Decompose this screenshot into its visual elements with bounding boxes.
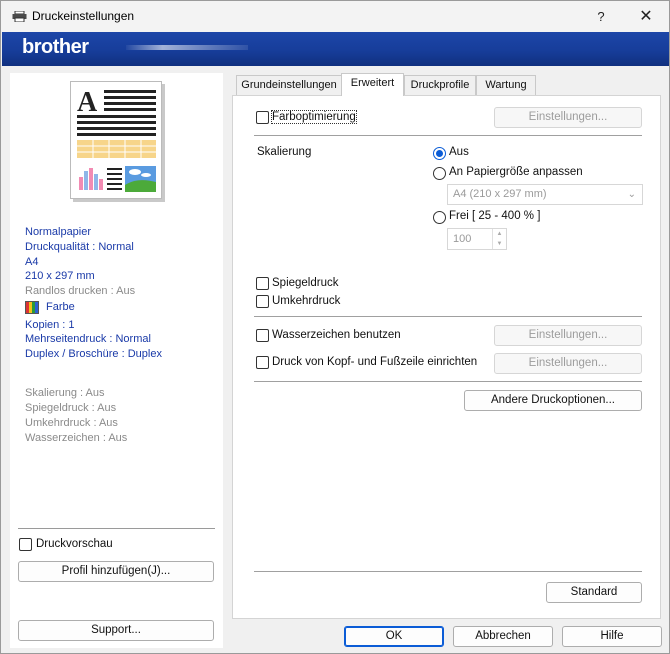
summary-color: Farbe	[46, 301, 75, 313]
chevron-down-icon: ⌄	[627, 189, 636, 200]
header-footer-checkbox[interactable]	[256, 356, 269, 369]
summary-dimensions: 210 x 297 mm	[25, 270, 95, 282]
banner-decoration	[126, 45, 248, 50]
summary-multipage: Mehrseitendruck : Normal	[25, 333, 151, 345]
scale-free-radio[interactable]	[433, 211, 446, 224]
summary-paper: Normalpapier	[25, 226, 92, 238]
mirror-print-checkbox[interactable]	[256, 277, 269, 290]
summary-duplex: Duplex / Broschüre : Duplex	[25, 348, 162, 360]
summary-quality: Druckqualität : Normal	[25, 241, 134, 253]
paper-size-value: A4 (210 x 297 mm)	[453, 188, 547, 200]
header-footer-label: Druck von Kopf- und Fußzeile einrichten	[272, 356, 478, 368]
chevron-up-icon[interactable]: ▲	[493, 229, 506, 239]
summary-copies: Kopien : 1	[25, 319, 75, 331]
summary-scaling: Skalierung : Aus	[25, 387, 105, 399]
close-button[interactable]: ✕	[623, 1, 669, 32]
scale-percent-stepper[interactable]: 100 ▲ ▼	[447, 228, 507, 250]
printer-icon	[12, 11, 27, 22]
tab-print-profiles[interactable]: Druckprofile	[404, 75, 476, 95]
left-separator	[18, 528, 215, 529]
stepper-buttons[interactable]: ▲ ▼	[492, 229, 506, 249]
watermark-label: Wasserzeichen benutzen	[272, 329, 401, 341]
scaling-label: Skalierung	[257, 146, 312, 158]
title-bar: Druckeinstellungen ? ✕	[1, 1, 669, 32]
paper-size-select[interactable]: A4 (210 x 297 mm) ⌄	[447, 184, 643, 205]
summary-size: A4	[25, 256, 39, 268]
watermark-checkbox[interactable]	[256, 329, 269, 342]
scale-free-label: Frei [ 25 - 400 % ]	[449, 210, 541, 222]
help-button[interactable]: Hilfe	[562, 626, 662, 647]
tab-basic[interactable]: Grundeinstellungen	[236, 75, 342, 95]
support-button[interactable]: Support...	[18, 620, 214, 641]
mirror-print-label: Spiegeldruck	[272, 277, 339, 289]
other-print-options-button[interactable]: Andere Druckoptionen...	[464, 390, 642, 411]
summary-watermark: Wasserzeichen : Aus	[25, 432, 128, 444]
summary-reverse: Umkehrdruck : Aus	[25, 417, 118, 429]
color-optimization-label: Farboptimierung	[271, 110, 357, 124]
print-settings-window: Druckeinstellungen ? ✕ brother A Normalp…	[0, 0, 670, 654]
print-preview-label: Druckvorschau	[36, 538, 113, 550]
brother-logo: brother	[22, 36, 89, 58]
separator	[254, 316, 642, 317]
scale-off-radio[interactable]	[433, 147, 446, 160]
color-optimization-checkbox[interactable]	[256, 111, 269, 124]
ok-button[interactable]: OK	[344, 626, 444, 647]
scale-fit-radio[interactable]	[433, 167, 446, 180]
separator	[254, 381, 642, 382]
separator	[254, 571, 642, 572]
scale-percent-value: 100	[453, 233, 472, 245]
color-icon	[25, 301, 39, 314]
document-preview-icon: A	[77, 87, 156, 192]
help-title-button[interactable]: ?	[578, 1, 624, 32]
summary-mirror: Spiegeldruck : Aus	[25, 402, 117, 414]
print-preview-checkbox[interactable]	[19, 538, 32, 551]
reverse-print-checkbox[interactable]	[256, 295, 269, 308]
cancel-button[interactable]: Abbrechen	[453, 626, 553, 647]
watermark-settings-button[interactable]: Einstellungen...	[494, 325, 642, 346]
color-optimization-settings-button[interactable]: Einstellungen...	[494, 107, 642, 128]
summary-borderless: Randlos drucken : Aus	[25, 285, 136, 297]
brand-banner: brother	[2, 32, 669, 66]
scale-fit-label: An Papiergröße anpassen	[449, 166, 583, 178]
window-title: Druckeinstellungen	[32, 9, 135, 23]
separator	[254, 135, 642, 136]
header-footer-settings-button[interactable]: Einstellungen...	[494, 353, 642, 374]
tab-advanced[interactable]: Erweitert	[341, 73, 404, 96]
add-profile-button[interactable]: Profil hinzufügen(J)...	[18, 561, 214, 582]
page-preview-image: A	[70, 81, 162, 199]
svg-text:A: A	[77, 87, 98, 118]
tab-maintenance[interactable]: Wartung	[476, 75, 536, 95]
standard-button[interactable]: Standard	[546, 582, 642, 603]
reverse-print-label: Umkehrdruck	[272, 295, 341, 307]
chevron-down-icon[interactable]: ▼	[493, 239, 506, 249]
scale-off-label: Aus	[449, 146, 469, 158]
